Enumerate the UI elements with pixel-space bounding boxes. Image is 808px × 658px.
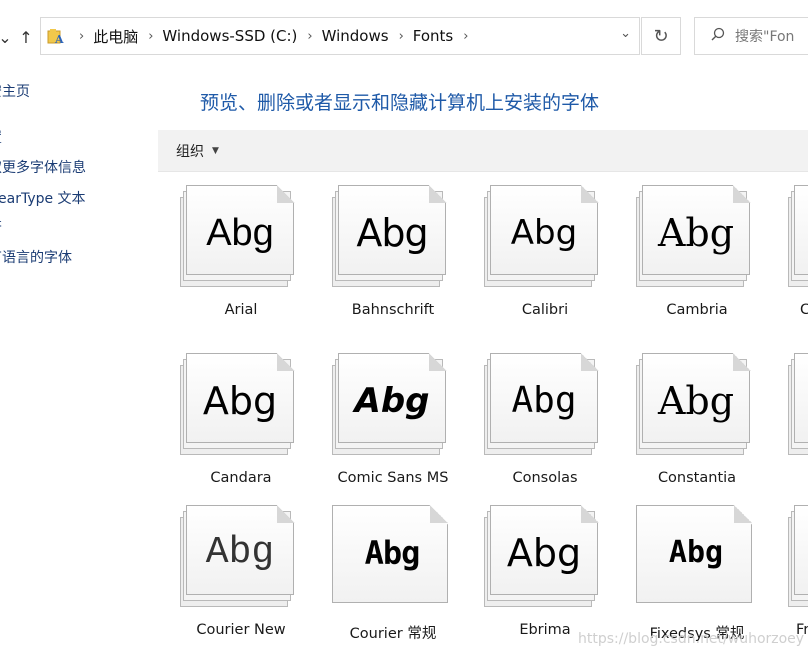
font-sample: Abg — [206, 212, 274, 254]
navigation-bar: ⌄ ↑ A › 此电脑 › Windows-SSD (C:) › Windows… — [0, 0, 808, 74]
font-file-icon: Abg — [180, 353, 298, 457]
breadcrumb-drive[interactable]: Windows-SSD (C:) — [162, 27, 297, 45]
refresh-icon: ↻ — [653, 25, 669, 47]
link-adjust-cleartype[interactable]: earType 文本 — [0, 188, 86, 208]
font-file-icon: Abg — [180, 505, 298, 609]
font-sample: Abg — [364, 534, 421, 572]
link-font-settings[interactable]: 置 — [0, 127, 2, 147]
font-file-icon: Abg — [332, 353, 450, 457]
link-download-all-language-fonts[interactable]: 有语言的字体 — [0, 247, 72, 267]
refresh-button[interactable]: ↻ — [641, 17, 681, 55]
font-tile-constantia[interactable]: Abg Constantia — [614, 339, 754, 499]
font-file-icon: Abg — [484, 505, 602, 609]
watermark-text: https://blog.csdn.net/wuhorzoey — [578, 631, 805, 647]
font-name: Constantia — [657, 470, 737, 486]
font-name: Candara — [210, 470, 272, 486]
search-icon — [711, 27, 725, 45]
font-tile-bahnschrift[interactable]: Abg Bahnschrift — [310, 171, 450, 331]
link-control-panel-home[interactable]: 安主页 — [0, 81, 30, 101]
font-name: Courier New — [196, 622, 286, 638]
breadcrumb-separator-icon[interactable]: › — [453, 29, 477, 44]
page-heading: 预览、删除或者显示和隐藏计算机上安装的字体 — [200, 92, 600, 114]
up-arrow-icon[interactable]: ↑ — [15, 20, 37, 54]
breadcrumb-fonts[interactable]: Fonts — [413, 27, 453, 45]
link-get-more-font-info[interactable]: 取更多字体信息 — [0, 157, 86, 177]
font-name: Cambria — [666, 302, 728, 318]
link-find-character[interactable]: 符 — [0, 217, 2, 237]
task-pane: 安主页 置 取更多字体信息 earType 文本 符 有语言的字体 — [0, 74, 158, 658]
breadcrumb-this-pc[interactable]: 此电脑 — [93, 26, 138, 47]
font-tile-courier-new[interactable]: Abg Courier New — [158, 491, 298, 651]
caret-down-icon: ▼ — [212, 146, 219, 156]
font-file-icon: Abg — [636, 353, 754, 457]
font-tile-candara[interactable]: Abg Candara — [158, 339, 298, 499]
search-placeholder: 搜索"Fon — [735, 29, 795, 45]
font-file-icon: Abg — [180, 185, 298, 289]
font-grid: Abg Arial Abg Bahnschrift Abg Calibri Ab… — [158, 171, 808, 658]
font-file-icon: Abg — [484, 353, 602, 457]
breadcrumb-windows[interactable]: Windows — [322, 27, 389, 45]
font-tile-consolas[interactable]: Abg Consolas — [462, 339, 602, 499]
font-tile-cambria[interactable]: Abg Cambria — [614, 171, 754, 331]
font-sample: Abg — [356, 211, 428, 255]
breadcrumb-separator-icon[interactable]: › — [297, 29, 321, 44]
font-name: Courier 常规 — [349, 626, 437, 642]
font-tile-arial[interactable]: Abg Arial — [158, 171, 298, 331]
font-tile-partial[interactable]: Fr — [766, 491, 808, 651]
address-dropdown-chevron-icon[interactable]: ⌄ — [620, 26, 631, 41]
font-sample: Abg — [511, 380, 577, 421]
fonts-folder-icon: A — [47, 27, 69, 45]
font-sample: Abg — [506, 531, 582, 575]
search-input[interactable]: 搜索"Fon — [694, 17, 808, 55]
font-file-icon — [788, 185, 808, 289]
svg-text:A: A — [54, 33, 64, 45]
font-tile-fixedsys[interactable]: Abg Fixedsys 常规 — [614, 491, 754, 651]
organize-button[interactable]: 组织 ▼ — [176, 141, 219, 161]
font-sample: Abg — [657, 379, 735, 423]
organize-label: 组织 — [176, 144, 204, 160]
font-file-icon — [788, 353, 808, 457]
breadcrumb-separator-icon[interactable]: › — [138, 29, 162, 44]
font-file-icon: Abg — [332, 185, 450, 289]
font-tile-partial[interactable]: C — [766, 171, 808, 331]
font-name: Bahnschrift — [351, 302, 435, 318]
font-file-icon: Abg — [636, 185, 754, 289]
font-name: Comic Sans MS — [337, 470, 449, 486]
font-file-icon: Abg — [484, 185, 602, 289]
font-sample: Abg — [510, 213, 578, 253]
font-tile-courier-regular[interactable]: Abg Courier 常规 — [310, 491, 450, 651]
font-sample: Abg — [205, 531, 275, 574]
font-sample: Abg — [657, 211, 735, 255]
font-name: Consolas — [512, 470, 578, 486]
font-sample: Abg — [202, 379, 278, 423]
breadcrumb-separator-icon[interactable]: › — [389, 29, 413, 44]
font-tile-partial[interactable] — [766, 339, 808, 499]
font-sample: Abg — [354, 381, 430, 421]
font-tile-ebrima[interactable]: Abg Ebrima — [462, 491, 602, 651]
font-file-icon: Abg — [332, 505, 450, 609]
font-tile-calibri[interactable]: Abg Calibri — [462, 171, 602, 331]
address-bar[interactable]: A › 此电脑 › Windows-SSD (C:) › Windows › F… — [40, 17, 640, 55]
font-name: Arial — [224, 302, 258, 318]
font-name: Calibri — [521, 302, 569, 318]
font-file-icon: Abg — [636, 505, 754, 609]
font-file-icon — [788, 505, 808, 609]
font-sample: Abg — [668, 535, 724, 570]
breadcrumb-separator-icon[interactable]: › — [69, 29, 93, 44]
font-name: C — [800, 302, 808, 318]
font-tile-comic-sans[interactable]: Abg Comic Sans MS — [310, 339, 450, 499]
recent-locations-chevron-icon[interactable]: ⌄ — [0, 20, 16, 54]
command-bar: 组织 ▼ — [158, 130, 808, 172]
